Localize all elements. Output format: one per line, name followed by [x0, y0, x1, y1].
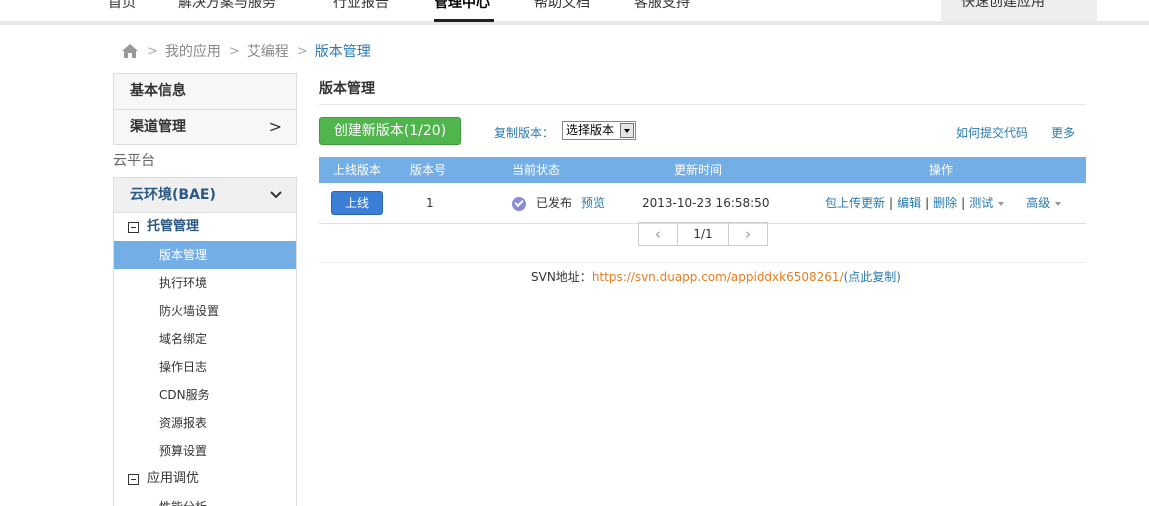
delete-link[interactable]: 删除 — [933, 183, 957, 224]
sidebar-item-label: 渠道管理 — [130, 119, 186, 135]
sidebar-item-label: 基本信息 — [130, 83, 186, 99]
header-status: 当前状态 — [512, 163, 561, 177]
copy-svn-link[interactable]: (点此复制) — [844, 270, 901, 284]
sidebar: 基本信息 渠道管理 > 云平台 云环境(BAE) 托管管理 版本管理 执行环境 防… — [113, 73, 297, 506]
header-ops: 操作 — [929, 163, 954, 177]
table-header: 上线版本 版本号 当前状态 更新时间 操作 — [319, 157, 1086, 183]
sidebar-item-log[interactable]: 操作日志 — [114, 353, 296, 381]
dropdown-arrow-icon — [620, 123, 634, 138]
pagination: ‹ 1/1 › — [638, 222, 768, 246]
breadcrumb-my-apps[interactable]: 我的应用 — [165, 41, 221, 61]
copy-version-select[interactable]: 选择版本 — [562, 121, 636, 140]
preview-link[interactable]: 预览 — [581, 183, 605, 224]
header-time: 更新时间 — [674, 163, 723, 177]
caret-down-icon — [998, 201, 1005, 206]
quick-create-button[interactable]: 快速创建应用 — [941, 0, 1097, 21]
sidebar-group-hosting[interactable]: 托管管理 — [114, 213, 296, 241]
sidebar-item-cdn[interactable]: CDN服务 — [114, 381, 296, 409]
advanced-dropdown[interactable]: 高级 — [1026, 183, 1062, 224]
home-icon[interactable] — [121, 43, 139, 59]
collapse-icon — [128, 473, 139, 485]
create-version-button[interactable]: 创建新版本(1/20) — [319, 117, 461, 145]
status-text: 已发布 — [536, 196, 573, 210]
main-content: 版本管理 创建新版本(1/20) 复制版本： 选择版本 如何提交代码 更多 上线… — [319, 73, 1086, 224]
sidebar-group-label: 托管管理 — [147, 219, 200, 234]
test-dropdown[interactable]: 测试 — [969, 183, 1005, 224]
sidebar-section-cloud: 云平台 — [113, 153, 155, 169]
sidebar-list: 托管管理 版本管理 执行环境 防火墙设置 域名绑定 操作日志 CDN服务 资源报… — [113, 213, 297, 506]
svn-label: SVN地址： — [531, 270, 592, 284]
nav-solutions[interactable]: 解决方案与服务 — [178, 0, 276, 12]
header-online: 上线版本 — [333, 163, 382, 177]
divider: | — [889, 196, 894, 210]
sidebar-item-firewall[interactable]: 防火墙设置 — [114, 297, 296, 325]
advanced-label: 高级 — [1026, 196, 1051, 210]
nav-docs[interactable]: 帮助文档 — [534, 0, 590, 12]
more-link[interactable]: 更多 — [1051, 124, 1075, 141]
breadcrumb: > 我的应用 > 艾编程 > 版本管理 — [121, 41, 371, 61]
caret-down-icon — [1055, 201, 1062, 206]
edit-link[interactable]: 编辑 — [897, 183, 921, 224]
nav-management[interactable]: 管理中心 — [434, 0, 490, 12]
sidebar-item-version[interactable]: 版本管理 — [114, 241, 296, 269]
copy-version-select-value: 选择版本 — [566, 123, 615, 137]
next-page-button[interactable]: › — [729, 223, 767, 245]
sidebar-item-budget[interactable]: 预算设置 — [114, 437, 296, 465]
breadcrumb-separator: > — [147, 43, 158, 59]
chevron-right-icon: > — [268, 117, 282, 136]
svn-address: SVN地址：https://svn.duapp.com/appiddxk6508… — [531, 268, 901, 285]
breadcrumb-app[interactable]: 艾编程 — [247, 41, 289, 61]
version-number: 1 — [426, 196, 434, 210]
sidebar-item-channel[interactable]: 渠道管理 > — [114, 109, 296, 144]
sidebar-item-report[interactable]: 资源报表 — [114, 409, 296, 437]
table-row: 上线 1 已发布 预览 2013-10-23 16:58:50 包上传更新 | … — [319, 183, 1086, 224]
sidebar-item-label: 云环境(BAE) — [130, 187, 216, 203]
sidebar-item-basic-info[interactable]: 基本信息 — [114, 74, 296, 109]
how-to-submit-link[interactable]: 如何提交代码 — [956, 124, 1028, 141]
version-table: 上线版本 版本号 当前状态 更新时间 操作 上线 1 已发布 预览 2013-1… — [319, 157, 1086, 224]
collapse-icon — [128, 221, 139, 233]
header-version: 版本号 — [410, 163, 447, 177]
sidebar-item-domain[interactable]: 域名绑定 — [114, 325, 296, 353]
copy-version-label: 复制版本： — [494, 126, 555, 140]
toolbar: 创建新版本(1/20) 复制版本： 选择版本 如何提交代码 更多 — [319, 105, 1086, 157]
nav-reports[interactable]: 行业报告 — [333, 0, 389, 12]
nav-home[interactable]: 首页 — [108, 0, 136, 12]
sidebar-top-box: 基本信息 渠道管理 > — [113, 73, 297, 145]
online-button[interactable]: 上线 — [331, 191, 383, 215]
upload-update-link[interactable]: 包上传更新 — [825, 183, 885, 224]
svn-url[interactable]: https://svn.duapp.com/appiddxk6508261/ — [592, 270, 844, 284]
breadcrumb-current: 版本管理 — [314, 44, 371, 60]
divider: | — [925, 196, 930, 210]
test-label: 测试 — [969, 196, 994, 210]
update-time: 2013-10-23 16:58:50 — [642, 196, 770, 210]
nav-active-indicator — [434, 19, 494, 22]
chevron-down-icon — [270, 178, 282, 224]
breadcrumb-separator: > — [296, 43, 308, 59]
divider: | — [961, 196, 966, 210]
sidebar-item-perf[interactable]: 性能分析 — [114, 493, 296, 506]
sidebar-item-env[interactable]: 云环境(BAE) — [113, 177, 297, 213]
page-title: 版本管理 — [319, 73, 1086, 105]
published-check-icon — [512, 197, 526, 211]
divider — [319, 262, 1086, 263]
prev-page-button[interactable]: ‹ — [639, 223, 677, 245]
sidebar-item-runtime[interactable]: 执行环境 — [114, 269, 296, 297]
row-operations: 包上传更新 | 编辑 | 删除 | 测试 高级 — [825, 183, 1062, 224]
sidebar-group-label: 应用调优 — [147, 471, 200, 486]
nav-support[interactable]: 客服支持 — [634, 0, 690, 12]
top-nav: 首页 解决方案与服务 行业报告 管理中心 帮助文档 客服支持 快速创建应用 — [0, 0, 1149, 25]
page-indicator: 1/1 — [677, 223, 729, 245]
sidebar-group-tuning[interactable]: 应用调优 — [114, 465, 296, 493]
breadcrumb-separator: > — [228, 43, 240, 59]
